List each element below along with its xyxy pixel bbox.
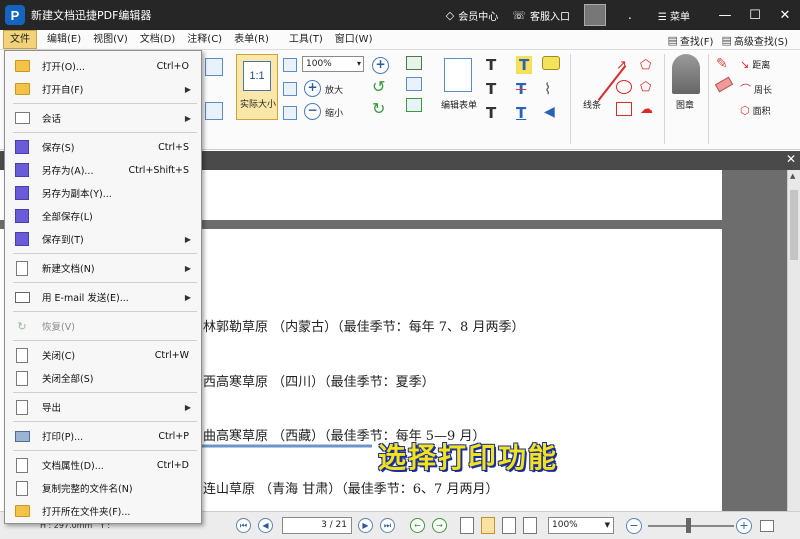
save-copy-icon [14,185,30,201]
last-page-button[interactable]: ⏭ [380,518,395,533]
menu-item-label: 打开所在文件夹(F)... [42,507,131,518]
menu-item-label: 文档属性(D)... [42,461,104,472]
continuous-facing-view[interactable] [523,517,537,534]
menu-item-save-as[interactable]: 另存为(A)... Ctrl+Shift+S [6,159,201,181]
submenu-arrow-icon: ▶ [184,292,191,302]
new-document-icon [14,260,30,276]
menu-separator [13,421,197,422]
menu-item-close-all[interactable]: 关闭全部(S) [6,367,201,389]
menu-item-label: 打印(P)... [42,432,84,443]
forward-button[interactable]: → [432,518,447,533]
menu-separator [13,340,197,341]
menu-item-export[interactable]: 导出 ▶ [6,396,201,418]
menu-item-save[interactable]: 保存(S) Ctrl+S [6,136,201,158]
menu-item-save-copy[interactable]: 另存为副本(Y)... [6,182,201,204]
menu-item-copy-filename[interactable]: 复制完整的文件名(N) [6,477,201,499]
menu-separator [13,450,197,451]
first-page-button[interactable]: ⏮ [236,518,251,533]
submenu-arrow-icon: ▶ [184,402,191,412]
menu-item-save-to[interactable]: 保存到(T) ▶ [6,228,201,250]
save-icon [14,139,30,155]
continuous-view[interactable] [481,517,495,534]
submenu-arrow-icon: ▶ [184,84,191,94]
menu-item-open-containing-folder[interactable]: 打开所在文件夹(F)... [6,500,201,522]
copy-filename-icon [14,480,30,496]
menu-item-new-document[interactable]: 新建文档(N) ▶ [6,257,201,279]
session-icon [14,110,30,126]
close-document-icon [14,347,30,363]
menu-item-label: 保存到(T) [42,235,84,246]
menu-item-email[interactable]: 用 E-mail 发送(E)... ▶ [6,286,201,308]
menu-item-document-properties[interactable]: 文档属性(D)... Ctrl+D [6,454,201,476]
fullscreen-button[interactable] [760,520,774,532]
back-button[interactable]: ← [410,518,425,533]
menu-item-label: 复制完整的文件名(N) [42,484,133,495]
menu-item-label: 打开(O)... [42,62,85,73]
menu-item-close[interactable]: 关闭(C) Ctrl+W [6,344,201,366]
menu-item-label: 关闭全部(S) [42,374,94,385]
menu-item-shortcut: Ctrl+Shift+S [128,164,189,176]
menu-item-label: 会话 [42,114,62,125]
submenu-arrow-icon: ▶ [184,234,191,244]
facing-view[interactable] [502,517,516,534]
menu-item-label: 新建文档(N) [42,264,95,275]
zoom-slider-track[interactable] [648,525,734,527]
save-all-icon [14,208,30,224]
folder-open-icon [14,58,30,74]
menu-item-label: 恢复(V) [42,322,75,333]
status-zoom-select[interactable]: 100% ▼ [548,517,614,534]
prev-page-button[interactable]: ◀ [258,518,273,533]
menu-item-shortcut: Ctrl+D [156,459,189,471]
page-number-input[interactable]: 3 / 21 [282,517,352,534]
menu-item-shortcut: Ctrl+O [156,60,189,72]
printer-icon [14,428,30,444]
menu-separator [13,132,197,133]
save-as-icon [14,162,30,178]
menu-item-shortcut: Ctrl+W [154,349,189,361]
export-icon [14,399,30,415]
open-folder-icon [14,503,30,519]
status-zoom-value: 100% [552,520,578,530]
menu-item-label: 另存为副本(Y)... [42,189,112,200]
menu-item-revert: ↻ 恢复(V) [6,315,201,337]
menu-item-label: 另存为(A)... [42,166,94,177]
folder-web-icon [14,81,30,97]
menu-item-label: 关闭(C) [42,351,76,362]
file-menu-dropdown: 打开(O)... Ctrl+O 打开自(F) ▶ 会话 ▶ 保存(S) Ctrl… [4,50,202,524]
save-to-icon [14,231,30,247]
menu-item-open[interactable]: 打开(O)... Ctrl+O [6,55,201,77]
menu-separator [13,253,197,254]
menu-separator [13,103,197,104]
menu-item-shortcut: Ctrl+S [158,141,189,153]
menu-item-label: 全部保存(L) [42,212,93,223]
revert-icon: ↻ [17,319,27,333]
zoom-out-status-button[interactable]: − [626,518,642,534]
zoom-in-status-button[interactable]: + [736,518,752,534]
next-page-button[interactable]: ▶ [358,518,373,533]
menu-item-label: 导出 [42,403,62,414]
submenu-arrow-icon: ▶ [184,113,191,123]
submenu-arrow-icon: ▶ [184,263,191,273]
close-all-icon [14,370,30,386]
document-properties-icon [14,457,30,473]
menu-item-session[interactable]: 会话 ▶ [6,107,201,129]
menu-item-label: 用 E-mail 发送(E)... [42,293,129,304]
single-page-view[interactable] [460,517,474,534]
menu-item-print[interactable]: 打印(P)... Ctrl+P [6,425,201,447]
menu-item-label: 保存(S) [42,143,75,154]
tutorial-caption: 选择打印功能 [378,441,559,474]
menu-separator [13,282,197,283]
menu-item-open-from[interactable]: 打开自(F) ▶ [6,78,201,100]
chevron-down-icon: ▼ [604,521,610,529]
menu-separator [13,392,197,393]
menu-item-shortcut: Ctrl+P [158,430,189,442]
zoom-slider-thumb[interactable] [686,518,691,533]
menu-item-label: 打开自(F) [42,85,84,96]
menu-separator [13,311,197,312]
email-icon [14,289,30,305]
menu-item-save-all[interactable]: 全部保存(L) [6,205,201,227]
